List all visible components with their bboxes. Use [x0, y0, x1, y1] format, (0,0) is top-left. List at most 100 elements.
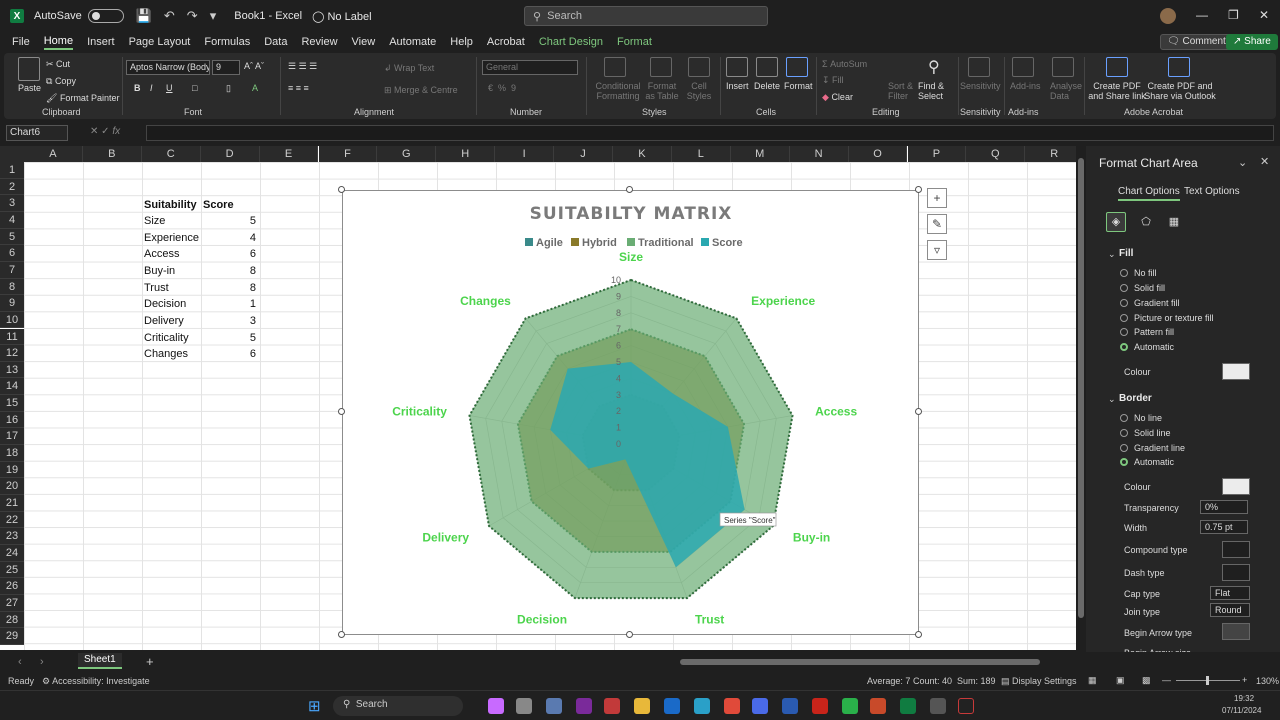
zoom-out-icon[interactable]: —: [1162, 675, 1171, 685]
font-colour-icon[interactable]: A: [252, 83, 258, 93]
create-pdf-outlook-icon[interactable]: [1168, 57, 1190, 77]
row-header[interactable]: 7: [0, 261, 24, 279]
taskbar-search[interactable]: ⚲ Search: [333, 696, 463, 716]
autosum-button[interactable]: Σ AutoSum: [822, 59, 867, 69]
radio-gradient-line[interactable]: Gradient line: [1120, 443, 1185, 453]
resize-handle[interactable]: [338, 408, 345, 415]
cut-button[interactable]: ✂ Cut: [46, 59, 70, 70]
find-select-button[interactable]: Find & Select: [918, 81, 954, 101]
column-header[interactable]: C: [141, 146, 201, 162]
grow-font-icon[interactable]: Aˆ Aˇ: [244, 61, 264, 71]
analyse-data-button[interactable]: Analyse Data: [1050, 81, 1082, 101]
row-header[interactable]: 3: [0, 195, 24, 212]
wrap-text-button[interactable]: ↲ Wrap Text: [384, 63, 434, 74]
calculator-icon[interactable]: [546, 698, 562, 714]
add-ins-button[interactable]: Add-ins: [1010, 81, 1041, 91]
scroll-thumb[interactable]: [1078, 158, 1084, 618]
copy-button[interactable]: ⧉ Copy: [46, 76, 76, 87]
add-sheet-icon[interactable]: +: [146, 654, 154, 669]
align-left-icon[interactable]: ≡ ≡ ≡: [288, 83, 309, 93]
row-header[interactable]: 17: [0, 428, 24, 446]
zoom-level[interactable]: 130%: [1256, 676, 1279, 686]
column-header[interactable]: J: [554, 146, 613, 162]
redo-icon[interactable]: ↷: [187, 8, 198, 24]
word-icon[interactable]: [782, 698, 798, 714]
minimize-icon[interactable]: —: [1196, 8, 1208, 22]
radio-automatic-fill[interactable]: Automatic: [1120, 342, 1174, 352]
table-row-score[interactable]: 3: [240, 315, 256, 327]
table-row-score[interactable]: 1: [240, 298, 256, 310]
file-explorer-icon[interactable]: [634, 698, 650, 714]
close-pane-icon[interactable]: ✕: [1260, 155, 1269, 168]
save-icon[interactable]: 💾: [136, 8, 152, 24]
table-row-label[interactable]: Decision: [144, 298, 186, 310]
resize-handle[interactable]: [915, 408, 922, 415]
autosave-toggle[interactable]: [87, 9, 124, 23]
align-top-icon[interactable]: ☰ ☰ ☰: [288, 61, 317, 72]
fill-colour-icon[interactable]: ▯: [226, 83, 231, 94]
insert-cells-button[interactable]: Insert: [726, 81, 749, 91]
column-header[interactable]: L: [671, 146, 731, 162]
horizontal-scrollbar[interactable]: [670, 658, 1070, 666]
underline-button[interactable]: U: [166, 83, 173, 93]
conditional-formatting-icon[interactable]: [604, 57, 626, 77]
tab-home[interactable]: Home: [43, 35, 74, 50]
radio-automatic-line[interactable]: Automatic: [1120, 457, 1174, 467]
delete-cells-icon[interactable]: [756, 57, 778, 77]
radio-no-line[interactable]: No line: [1120, 413, 1162, 423]
begin-arrow-type-select[interactable]: [1222, 623, 1250, 640]
office-icon[interactable]: [604, 698, 620, 714]
snipping-tool-icon[interactable]: [930, 698, 946, 714]
outlook-icon[interactable]: [664, 698, 680, 714]
dash-type-select[interactable]: [1222, 564, 1250, 581]
row-header[interactable]: 16: [0, 411, 24, 429]
row-header[interactable]: 8: [0, 278, 24, 296]
cell-d3[interactable]: Score: [203, 199, 234, 211]
table-row-score[interactable]: 6: [240, 248, 256, 260]
chart-filter-icon[interactable]: ▿: [927, 240, 947, 260]
table-row-score[interactable]: 4: [240, 232, 256, 244]
column-header[interactable]: M: [730, 146, 790, 162]
tab-format[interactable]: Format: [617, 36, 652, 48]
join-type-select[interactable]: Round: [1210, 603, 1250, 617]
row-header[interactable]: 2: [0, 178, 24, 196]
chevron-down-icon[interactable]: ⌄: [1108, 249, 1116, 260]
column-header[interactable]: P: [907, 146, 967, 162]
row-header[interactable]: 25: [0, 561, 24, 579]
whatsapp-icon[interactable]: [842, 698, 858, 714]
row-header[interactable]: 5: [0, 228, 24, 246]
edge-icon[interactable]: [694, 698, 710, 714]
fill-button[interactable]: ↧ Fill: [822, 75, 844, 86]
teams-icon[interactable]: [752, 698, 768, 714]
column-header[interactable]: I: [495, 146, 555, 162]
column-header[interactable]: K: [613, 146, 672, 162]
cell-styles-icon[interactable]: [688, 57, 710, 77]
horizontal-scroll-thumb[interactable]: [680, 659, 1040, 665]
compound-type-select[interactable]: [1222, 541, 1250, 558]
table-row-score[interactable]: 5: [240, 215, 256, 227]
cap-type-select[interactable]: Flat: [1210, 586, 1250, 600]
merge-centre-button[interactable]: ⊞ Merge & Centre: [384, 85, 458, 96]
radio-gradient-fill[interactable]: Gradient fill: [1120, 298, 1180, 308]
create-pdf-icon[interactable]: [1106, 57, 1128, 77]
display-settings-button[interactable]: ▤ Display Settings: [1001, 676, 1077, 687]
table-row-label[interactable]: Size: [144, 215, 165, 227]
sensitivity-icon[interactable]: [968, 57, 990, 77]
obs-icon[interactable]: [958, 698, 974, 714]
share-button[interactable]: ↗ Share: [1226, 34, 1278, 50]
row-header[interactable]: 1: [0, 162, 24, 179]
sort-filter-button[interactable]: Sort & Filter: [888, 81, 916, 101]
tab-chart-design[interactable]: Chart Design: [539, 36, 603, 48]
column-header[interactable]: D: [200, 146, 260, 162]
format-cells-icon[interactable]: [786, 57, 808, 77]
row-header[interactable]: 19: [0, 461, 24, 479]
table-row-label[interactable]: Buy-in: [144, 265, 175, 277]
row-header[interactable]: 23: [0, 528, 24, 545]
table-row-label[interactable]: Criticality: [144, 332, 189, 344]
effects-pentagon-icon[interactable]: ⬠: [1136, 212, 1156, 232]
radio-pattern-fill[interactable]: Pattern fill: [1120, 327, 1174, 337]
close-icon[interactable]: ✕: [1259, 8, 1269, 22]
font-name-select[interactable]: Aptos Narrow (Body: [126, 60, 210, 75]
column-header[interactable]: G: [377, 146, 437, 162]
row-header[interactable]: 10: [0, 311, 24, 329]
